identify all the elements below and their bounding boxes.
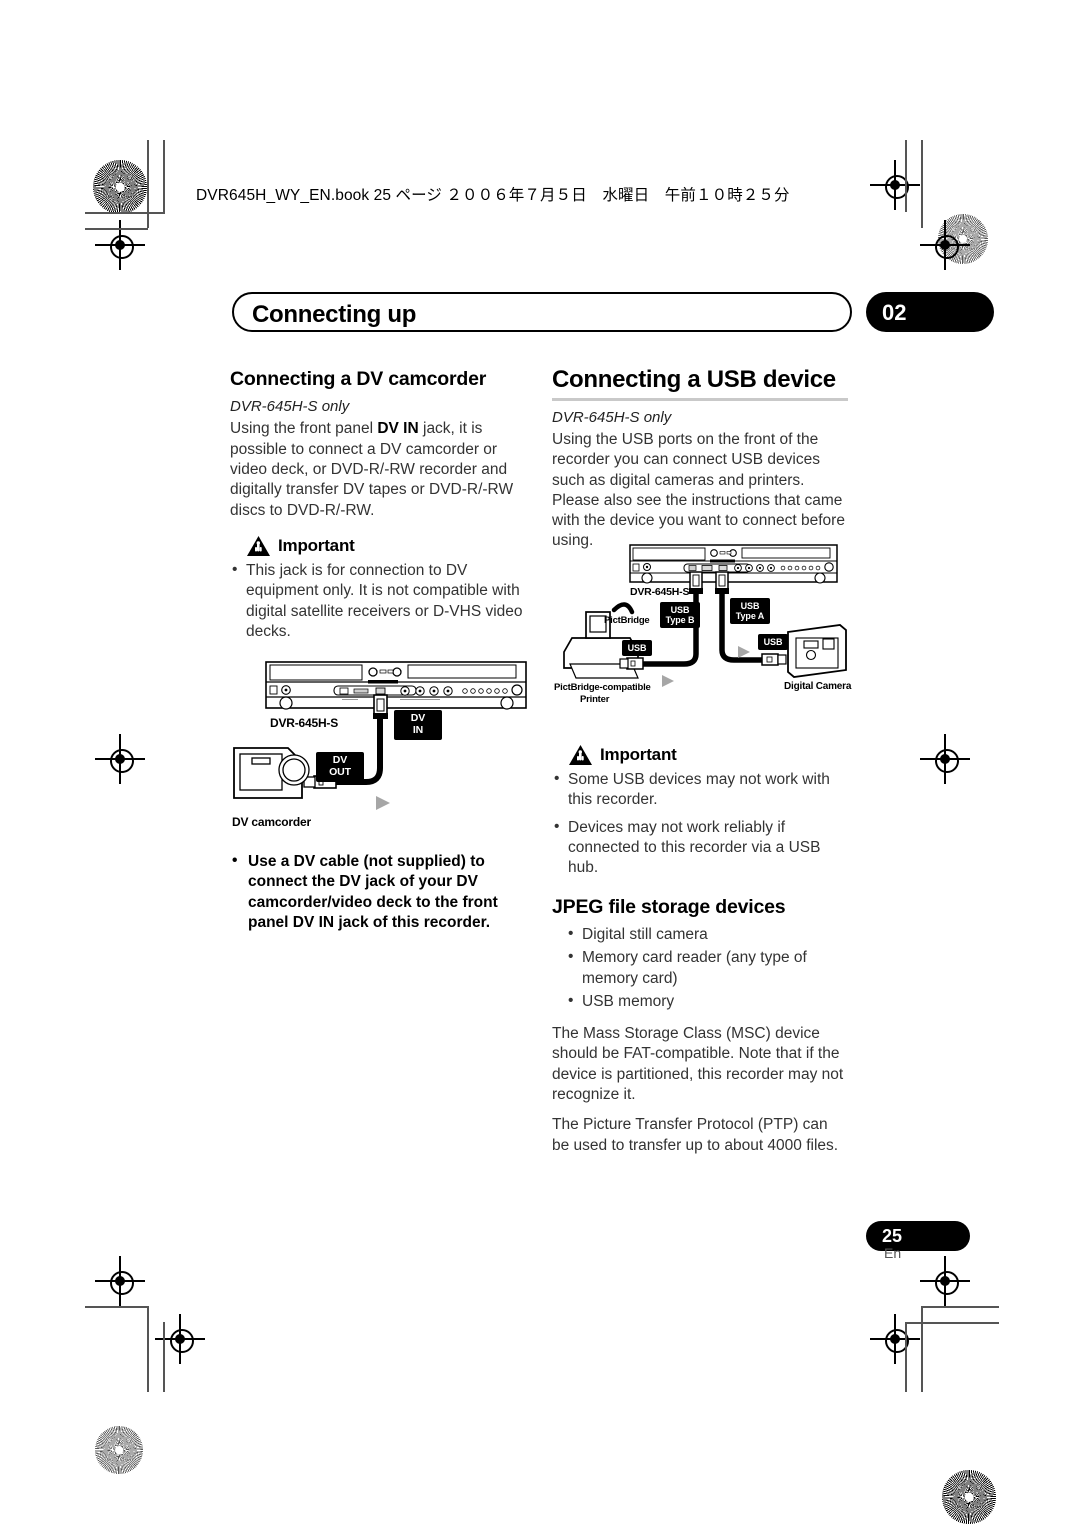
printer-label-line2: Printer: [580, 694, 610, 705]
dv-in-tag-line1: DV: [410, 712, 426, 724]
usb-type-b-line2: Type B: [665, 615, 695, 626]
trim-line: [85, 228, 148, 230]
model-note: DVR-645H-S only: [230, 398, 350, 416]
section-heading-dv-camcorder: Connecting a DV camcorder: [230, 368, 487, 390]
list-item: This jack is for connection to DV equipm…: [230, 560, 526, 642]
trim-line: [85, 212, 165, 214]
registration-target: [155, 1314, 205, 1364]
list-item: Memory card reader (any type of memory c…: [566, 947, 848, 989]
trim-line: [163, 1322, 165, 1392]
camcorder-label: DV camcorder: [232, 815, 311, 829]
usb-tag-printer: USB: [622, 640, 652, 657]
usb-tag-camera: USB: [758, 634, 788, 651]
rosette-mark: [93, 160, 147, 214]
important-header-left: Important: [246, 535, 526, 557]
registration-target: [95, 1256, 145, 1306]
section-heading-jpeg-storage: JPEG file storage devices: [552, 896, 786, 919]
dv-intro-paragraph: Using the front panel DV IN jack, it is …: [230, 420, 514, 519]
list-item: Devices may not work reliably if connect…: [552, 817, 848, 879]
msc-paragraph: The Mass Storage Class (MSC) device shou…: [552, 1025, 844, 1103]
warning-triangle-icon: [568, 744, 593, 766]
trim-line: [147, 140, 149, 228]
right-column-lower: Important Some USB devices may not work …: [552, 730, 848, 1166]
printer-label-line1: PictBridge-compatible: [554, 682, 651, 693]
left-column: Connecting a DV camcorder DVR-645H-S onl…: [230, 368, 526, 649]
registration-target: [920, 220, 970, 270]
registration-target: [95, 220, 145, 270]
registration-target: [95, 734, 145, 784]
chapter-number: 02: [882, 300, 907, 325]
dv-out-tag-line2: OUT: [329, 765, 351, 778]
trim-line: [905, 1322, 907, 1392]
ptp-paragraph: The Picture Transfer Protocol (PTP) can …: [552, 1116, 839, 1154]
page-number: 25: [882, 1226, 903, 1246]
language-label: En: [884, 1245, 902, 1261]
pictbridge-logo-label: PictBridge: [604, 615, 650, 626]
crop-marks-bottom-left: [0, 104, 1080, 1474]
important-bullets-left: This jack is for connection to DV equipm…: [230, 560, 526, 642]
trim-line: [905, 1322, 999, 1324]
dv-in-tag: DV IN: [394, 710, 442, 740]
recorder-label: DVR-645H-S: [630, 586, 690, 598]
important-label: Important: [278, 535, 355, 555]
dv-out-tag: DV OUT: [316, 752, 364, 782]
trim-line: [921, 1306, 999, 1308]
book-header-line: DVR645H_WY_EN.book 25 ページ ２００６年７月５日 水曜日 …: [196, 187, 790, 204]
warning-triangle-icon: [246, 535, 271, 557]
important-header-right: Important: [568, 744, 848, 766]
registration-target: [920, 1256, 970, 1306]
usb-type-b-line1: USB: [670, 605, 690, 615]
dv-out-tag-line1: DV: [332, 754, 348, 766]
page-title: Connecting up: [252, 301, 417, 328]
usb-type-a-tag: USB Type A: [730, 598, 770, 625]
trim-line: [85, 1306, 148, 1308]
left-column-bold-note: Use a DV cable (not supplied) to connect…: [230, 848, 526, 940]
usb-type-b-tag: USB Type B: [660, 602, 700, 629]
trim-line: [163, 140, 165, 212]
crop-marks-top-right: [0, 54, 1080, 270]
dv-connection-diagram: DVR-645H-S DV camcorder DV IN DV OUT: [230, 660, 530, 840]
list-item: Use a DV cable (not supplied) to connect…: [230, 851, 526, 933]
dv-in-tag-line2: IN: [412, 723, 424, 736]
trim-line: [921, 1306, 923, 1392]
chapter-number-badge: 02: [866, 292, 994, 332]
usb-connection-diagram: DVR-645H-S PictBridge PictBridge-compati…: [552, 542, 852, 707]
important-label: Important: [600, 745, 677, 764]
dv-in-bold: DV IN: [377, 420, 419, 438]
trim-line: [147, 1306, 149, 1392]
registration-target: [870, 1314, 920, 1364]
list-item: Digital still camera: [566, 924, 848, 945]
page-number-badge: 25: [866, 1221, 970, 1251]
document-page: DVR645H_WY_EN.book 25 ページ ２００６年７月５日 水曜日 …: [0, 0, 1080, 1528]
rosette-mark: [95, 1426, 143, 1474]
usb-intro-paragraph: Using the USB ports on the front of the …: [552, 431, 845, 550]
jpeg-device-bullets: Digital still camera Memory card reader …: [566, 924, 848, 1012]
camera-label: Digital Camera: [784, 681, 852, 692]
section-heading-usb-device: Connecting a USB device: [552, 366, 848, 401]
registration-target: [870, 160, 920, 210]
list-item: Some USB devices may not work with this …: [552, 769, 848, 811]
crop-marks-top-left: [0, 0, 1080, 270]
trim-line: [905, 140, 907, 212]
important-bullets-right: Some USB devices may not work with this …: [552, 769, 848, 879]
trim-line: [921, 140, 923, 228]
registration-target: [920, 734, 970, 784]
chapter-title-bar: Connecting up: [232, 292, 852, 332]
right-column: Connecting a USB device DVR-645H-S only …: [552, 366, 848, 562]
usb-type-a-line2: Type A: [735, 611, 765, 622]
recorder-label: DVR-645H-S: [270, 716, 339, 730]
rosette-mark: [942, 1470, 996, 1524]
usb-type-a-line1: USB: [740, 601, 760, 611]
dv-cable-bold-bullets: Use a DV cable (not supplied) to connect…: [230, 851, 526, 933]
model-note: DVR-645H-S only: [552, 409, 672, 426]
list-item: USB memory: [566, 991, 848, 1012]
